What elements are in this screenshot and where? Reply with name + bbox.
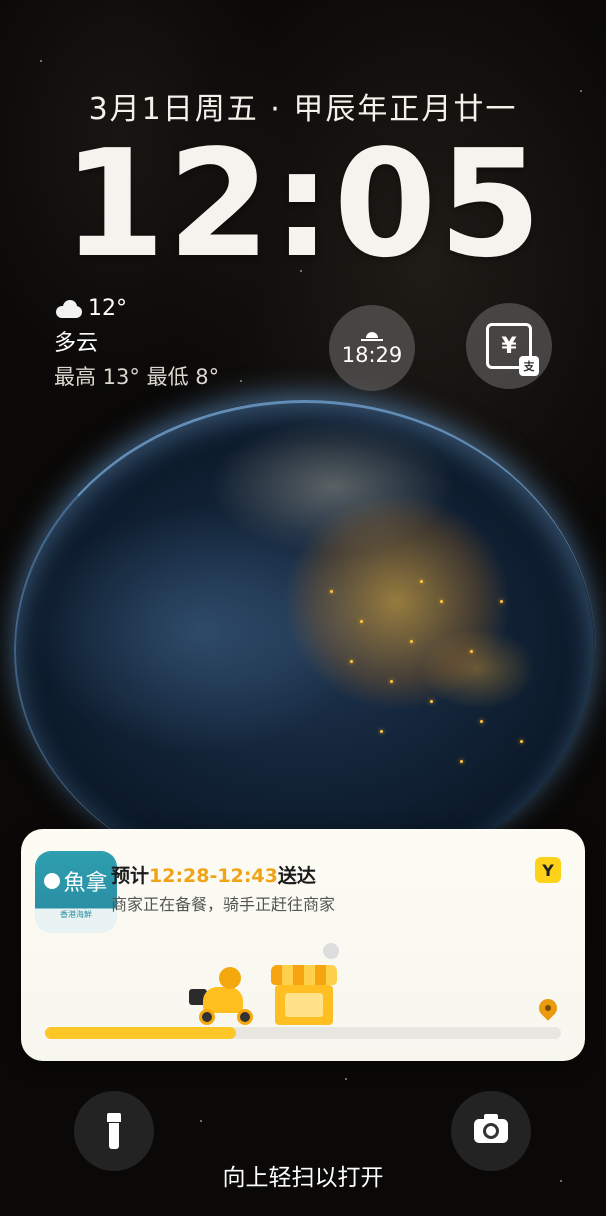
title-suffix: 送达 xyxy=(277,865,316,887)
eta-window: 12:28-12:43 xyxy=(149,865,278,887)
notification-description: 商家正在备餐，骑手正赶往商家 xyxy=(111,895,336,914)
app-icon: 魚拿 香港海鮮 xyxy=(35,851,117,933)
flashlight-icon xyxy=(107,1113,121,1149)
weather-condition: 多云 xyxy=(54,331,99,356)
swipe-up-hint[interactable]: 向上轻扫以打开 xyxy=(0,1158,606,1192)
alipay-badge: 支 xyxy=(519,356,539,376)
notification-title: 预计12:28-12:43送达 xyxy=(111,861,316,888)
weather-temperature: 12° xyxy=(88,296,127,321)
sunset-widget[interactable]: 18:29 xyxy=(329,305,415,391)
store-icon xyxy=(271,943,339,1025)
camera-icon xyxy=(474,1114,508,1143)
delivery-progress-fill xyxy=(45,1027,236,1039)
yuan-glyph: ¥ xyxy=(501,333,517,359)
sunset-time: 18:29 xyxy=(341,343,403,367)
cloud-icon xyxy=(54,299,84,318)
app-logo-text: 魚拿 xyxy=(63,871,108,896)
sunset-icon xyxy=(361,329,383,341)
lockscreen-clock: 12:05 xyxy=(62,118,544,290)
weather-range: 最高 13° 最低 8° xyxy=(54,365,220,389)
delivery-rider-icon xyxy=(189,967,261,1027)
delivery-progress-bar xyxy=(45,1027,561,1039)
earth-wallpaper xyxy=(14,400,594,880)
mascot-icon: Y xyxy=(535,857,561,883)
yuan-payment-icon: ¥ 支 xyxy=(486,323,539,376)
fish-logo-icon xyxy=(44,873,61,889)
payment-widget[interactable]: ¥ 支 xyxy=(466,303,552,389)
title-prefix: 预计 xyxy=(111,865,150,887)
weather-widget[interactable]: 12° 多云 最高 13° 最低 8° xyxy=(54,296,219,391)
destination-pin-icon xyxy=(535,995,561,1021)
delivery-notification[interactable]: 魚拿 香港海鮮 预计12:28-12:43送达 商家正在备餐，骑手正赶往商家 Y xyxy=(21,829,585,1061)
app-logo-sub: 香港海鮮 xyxy=(60,910,92,919)
